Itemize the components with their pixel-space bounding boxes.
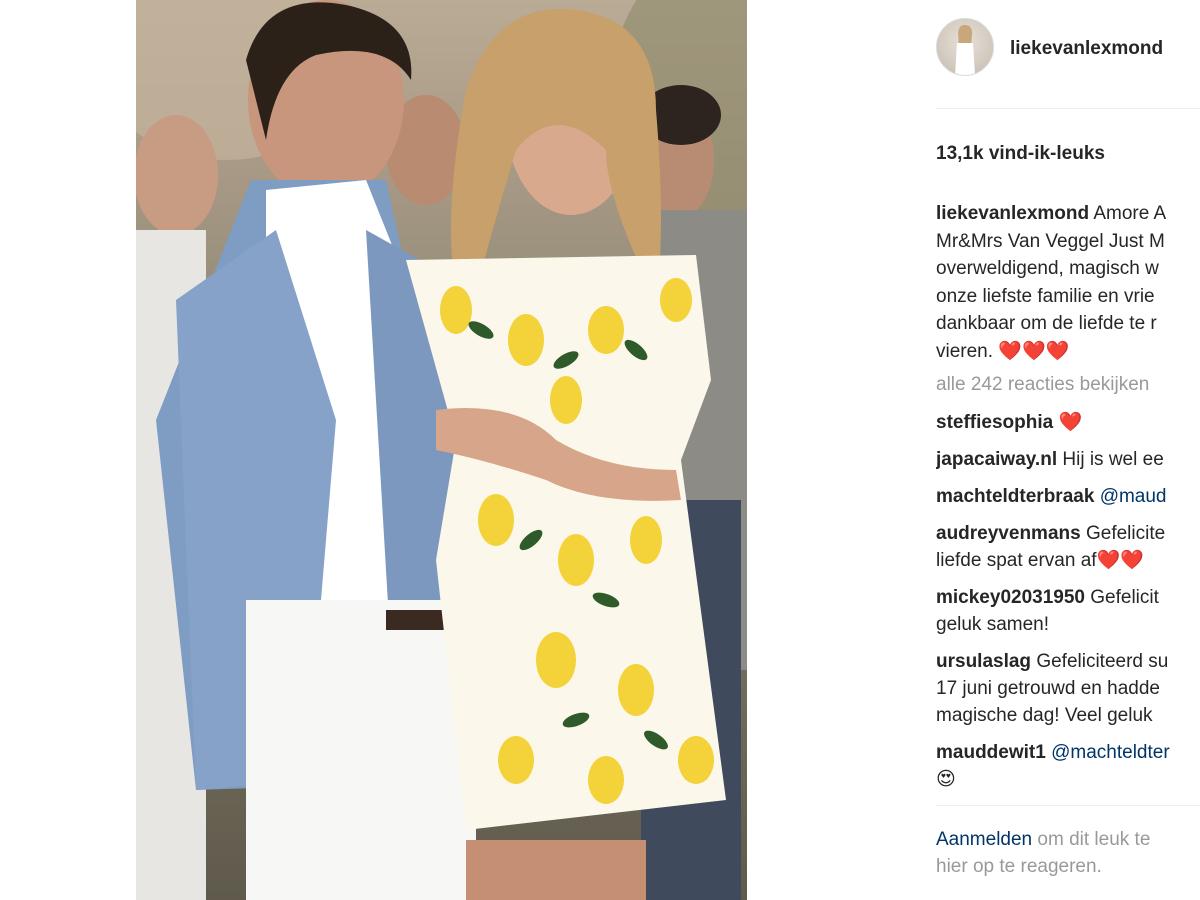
likes-count[interactable]: 13,1k vind-ik-leuks [936, 143, 1105, 165]
comment-username[interactable]: japacaiway.nl [936, 449, 1057, 470]
profile-picture-icon [955, 24, 975, 75]
comment-username[interactable]: ursulaslag [936, 651, 1031, 672]
comment: japacaiway.nl Hij is wel ee [936, 446, 1200, 473]
wedding-couple-illustration [136, 0, 747, 900]
comment-text: Hij is wel ee [1062, 449, 1164, 470]
post-author-username[interactable]: liekevanlexmond [1010, 38, 1163, 60]
comment: mauddewit1 @machteldter 😍 [936, 739, 1200, 793]
comment-username[interactable]: machteldterbraak [936, 486, 1094, 507]
view-all-comments-link[interactable]: alle 242 reacties bekijken [936, 374, 1149, 396]
login-link[interactable]: Aanmelden [936, 829, 1032, 850]
comment-username[interactable]: steffiesophia [936, 412, 1053, 433]
comment-text: geluk samen! [936, 614, 1050, 635]
comment-text: Gefeliciteerd su [1036, 651, 1169, 672]
comment: ursulaslag Gefeliciteerd su 17 juni getr… [936, 648, 1200, 729]
comment-mention[interactable]: @maud [1100, 486, 1167, 507]
login-prompt-text: om dit leuk te [1037, 829, 1151, 850]
comment: mickey02031950 Gefelicit geluk samen! [936, 584, 1200, 638]
caption-line: Amore A [1093, 203, 1167, 224]
comments-list: steffiesophia ❤️ japacaiway.nl Hij is we… [936, 409, 1200, 803]
avatar[interactable] [936, 18, 994, 76]
comment-text: ❤️ [1058, 412, 1083, 433]
comment-username[interactable]: audreyvenmans [936, 523, 1081, 544]
post-sidebar: liekevanlexmond 13,1k vind-ik-leuks liek… [936, 0, 1200, 900]
comment-text: 17 juni getrouwd en hadde [936, 678, 1160, 699]
caption-line: dankbaar om de liefde te r [936, 313, 1157, 334]
post-photo[interactable] [136, 0, 747, 900]
comment-username[interactable]: mauddewit1 [936, 742, 1046, 763]
post-header: liekevanlexmond [936, 18, 1200, 80]
header-divider [936, 108, 1200, 109]
caption-line: vieren. ❤️❤️❤️ [936, 340, 1070, 362]
comment: steffiesophia ❤️ [936, 409, 1200, 436]
comment: machteldterbraak @maud [936, 483, 1200, 510]
comment: audreyvenmans Gefelicite liefde spat erv… [936, 520, 1200, 574]
login-prompt: Aanmelden om dit leuk te hier op te reag… [936, 826, 1200, 880]
post-caption: liekevanlexmond Amore A Mr&Mrs Van Vegge… [936, 200, 1200, 365]
caption-line: overweldigend, magisch w [936, 258, 1159, 279]
caption-line: onze liefste familie en vrie [936, 285, 1155, 307]
comment-text: Gefelicit [1090, 587, 1159, 608]
comment-text: Gefelicite [1085, 523, 1166, 544]
comment-text: magische dag! Veel geluk [936, 705, 1153, 726]
comment-text: liefde spat ervan af❤️❤️ [936, 550, 1144, 571]
comment-username[interactable]: mickey02031950 [936, 587, 1085, 608]
comment-text: 😍 [936, 769, 956, 790]
caption-username[interactable]: liekevanlexmond [936, 203, 1089, 224]
login-prompt-text: hier op te reageren. [936, 856, 1102, 877]
comments-divider [936, 805, 1200, 806]
caption-line: Mr&Mrs Van Veggel Just M [936, 230, 1165, 252]
comment-mention[interactable]: @machteldter [1051, 742, 1170, 763]
